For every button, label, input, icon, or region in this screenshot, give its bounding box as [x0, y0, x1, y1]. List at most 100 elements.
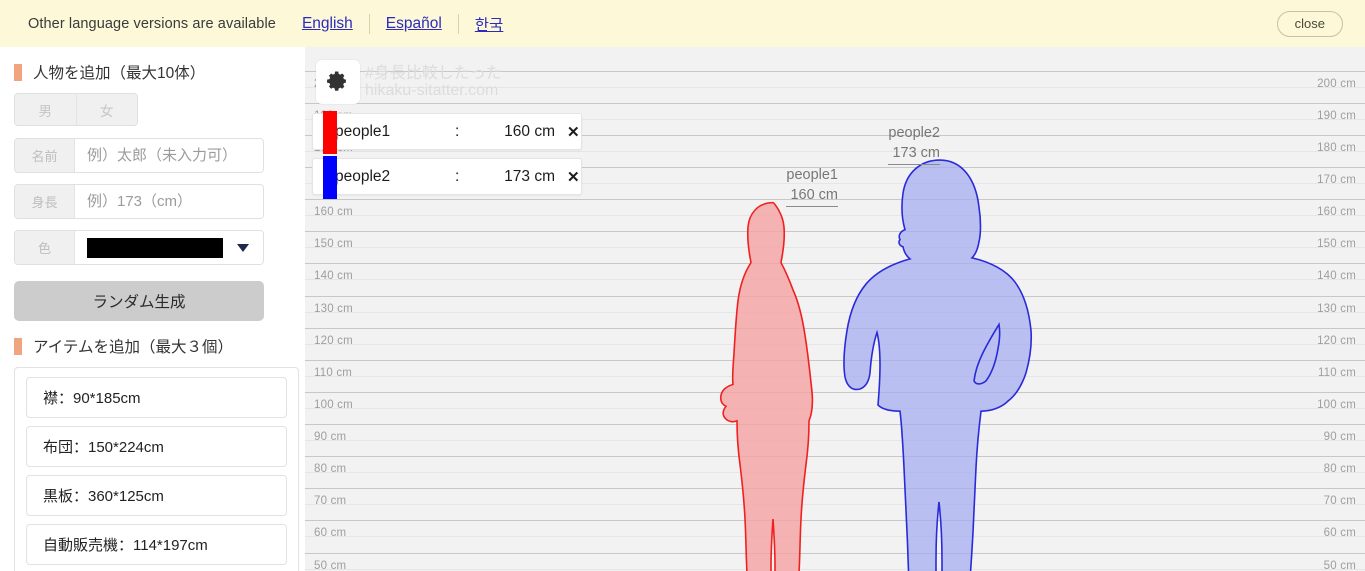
add-item-title: アイテムを追加（最大３個）: [33, 339, 233, 356]
axis-tick-left: 160 cm: [314, 206, 353, 218]
person-name: people2: [335, 167, 391, 185]
gridline: [305, 553, 1365, 554]
person-height: 173 cm: [504, 167, 555, 185]
person-height: 160 cm: [504, 122, 555, 140]
gridline-minor: [305, 279, 1365, 280]
item-list: 襟：90*185cm 布団：150*224cm 黒板：360*125cm 自動販…: [14, 367, 299, 571]
height-field-label: 身長: [15, 185, 75, 218]
gridline: [305, 456, 1365, 457]
figure-people2[interactable]: [840, 157, 1040, 571]
person-color-swatch: [323, 156, 337, 199]
gear-icon: [327, 71, 346, 91]
gridline: [305, 392, 1365, 393]
axis-tick-left: 50 cm: [314, 560, 347, 571]
people-list: people1: 160 cm ✕ people2: 173 cm ✕: [312, 111, 582, 203]
gridline: [305, 360, 1365, 361]
add-person-title: 人物を追加（最大10体）: [33, 65, 206, 82]
axis-tick-right: 80 cm: [1323, 463, 1356, 475]
gridline-minor: [305, 408, 1365, 409]
person-list-item[interactable]: people1: 160 cm ✕: [312, 111, 582, 154]
gridline: [305, 231, 1365, 232]
axis-tick-left: 110 cm: [314, 367, 353, 379]
person-list-item[interactable]: people2: 173 cm ✕: [312, 156, 582, 199]
gridline: [305, 520, 1365, 521]
axis-tick-right: 130 cm: [1317, 303, 1356, 315]
gridline-minor: [305, 472, 1365, 473]
color-select[interactable]: [75, 231, 263, 264]
sidebar: 人物を追加（最大10体） 男 女 名前 身長 色: [0, 47, 305, 571]
person-color-swatch: [323, 111, 337, 154]
gridline-minor: [305, 87, 1365, 88]
axis-tick-left: 130 cm: [314, 303, 353, 315]
close-icon[interactable]: ✕: [567, 168, 580, 186]
gridline-minor: [305, 247, 1365, 248]
axis-tick-right: 50 cm: [1323, 560, 1356, 571]
language-notice-text: Other language versions are available: [28, 15, 276, 32]
close-button[interactable]: close: [1276, 10, 1343, 37]
language-notice-bar: Other language versions are available En…: [0, 0, 1365, 47]
axis-tick-left: 60 cm: [314, 527, 347, 539]
axis-tick-right: 90 cm: [1323, 431, 1356, 443]
axis-tick-right: 170 cm: [1317, 174, 1356, 186]
gridline-minor: [305, 504, 1365, 505]
axis-tick-right: 70 cm: [1323, 495, 1356, 507]
height-field-row: 身長: [14, 184, 264, 219]
axis-tick-right: 110 cm: [1317, 367, 1356, 379]
axis-tick-left: 80 cm: [314, 463, 347, 475]
gridline: [305, 328, 1365, 329]
item-button[interactable]: 黒板：360*125cm: [26, 475, 287, 516]
close-icon[interactable]: ✕: [567, 123, 580, 141]
gender-toggle[interactable]: 男 女: [14, 93, 138, 126]
lang-link-english[interactable]: English: [302, 15, 369, 33]
axis-tick-right: 140 cm: [1317, 270, 1356, 282]
color-field-label: 色: [15, 231, 75, 264]
axis-tick-right: 160 cm: [1317, 206, 1356, 218]
figure-people1[interactable]: [713, 199, 833, 571]
name-input[interactable]: [75, 139, 263, 172]
gridline-minor: [305, 344, 1365, 345]
person-name: people1: [335, 122, 391, 140]
axis-tick-right: 190 cm: [1317, 110, 1356, 122]
axis-tick-left: 140 cm: [314, 270, 353, 282]
gridline: [305, 103, 1365, 104]
item-button[interactable]: 自動販売機：114*197cm: [26, 524, 287, 565]
gridline-minor: [305, 569, 1365, 570]
chevron-down-icon: [237, 243, 249, 252]
gridline-minor: [305, 376, 1365, 377]
gridline: [305, 424, 1365, 425]
item-button[interactable]: 襟：90*185cm: [26, 377, 287, 418]
color-field-row[interactable]: 色: [14, 230, 264, 265]
axis-tick-left: 150 cm: [314, 238, 353, 250]
axis-tick-right: 120 cm: [1317, 335, 1356, 347]
name-field-row: 名前: [14, 138, 264, 173]
axis-tick-left: 100 cm: [314, 399, 353, 411]
section-marker-icon: [14, 63, 22, 81]
axis-tick-right: 180 cm: [1317, 142, 1356, 154]
height-comparison-chart: 200 cm200 cm190 cm190 cm180 cm180 cm170 …: [305, 47, 1365, 571]
language-links: English Español 한국: [302, 13, 519, 35]
gridline-minor: [305, 215, 1365, 216]
gridline-minor: [305, 440, 1365, 441]
separator: :: [455, 167, 460, 185]
axis-tick-right: 200 cm: [1317, 78, 1356, 90]
gender-male-button[interactable]: 男: [15, 94, 76, 125]
gender-female-button[interactable]: 女: [75, 94, 137, 125]
gridline-minor: [305, 312, 1365, 313]
axis-tick-left: 70 cm: [314, 495, 347, 507]
axis-tick-left: 90 cm: [314, 431, 347, 443]
name-field-label: 名前: [15, 139, 75, 172]
lang-link-korean[interactable]: 한국: [459, 13, 520, 35]
item-button[interactable]: 布団：150*224cm: [26, 426, 287, 467]
axis-tick-right: 60 cm: [1323, 527, 1356, 539]
axis-tick-right: 100 cm: [1317, 399, 1356, 411]
random-generate-button[interactable]: ランダム生成: [14, 281, 264, 321]
axis-tick-right: 150 cm: [1317, 238, 1356, 250]
lang-link-espanol[interactable]: Español: [370, 15, 458, 33]
height-input[interactable]: [75, 185, 263, 218]
gridline: [305, 263, 1365, 264]
settings-button[interactable]: [316, 60, 360, 104]
separator: :: [455, 122, 460, 140]
gridline: [305, 296, 1365, 297]
color-swatch: [87, 237, 223, 258]
section-marker-icon: [14, 337, 22, 355]
